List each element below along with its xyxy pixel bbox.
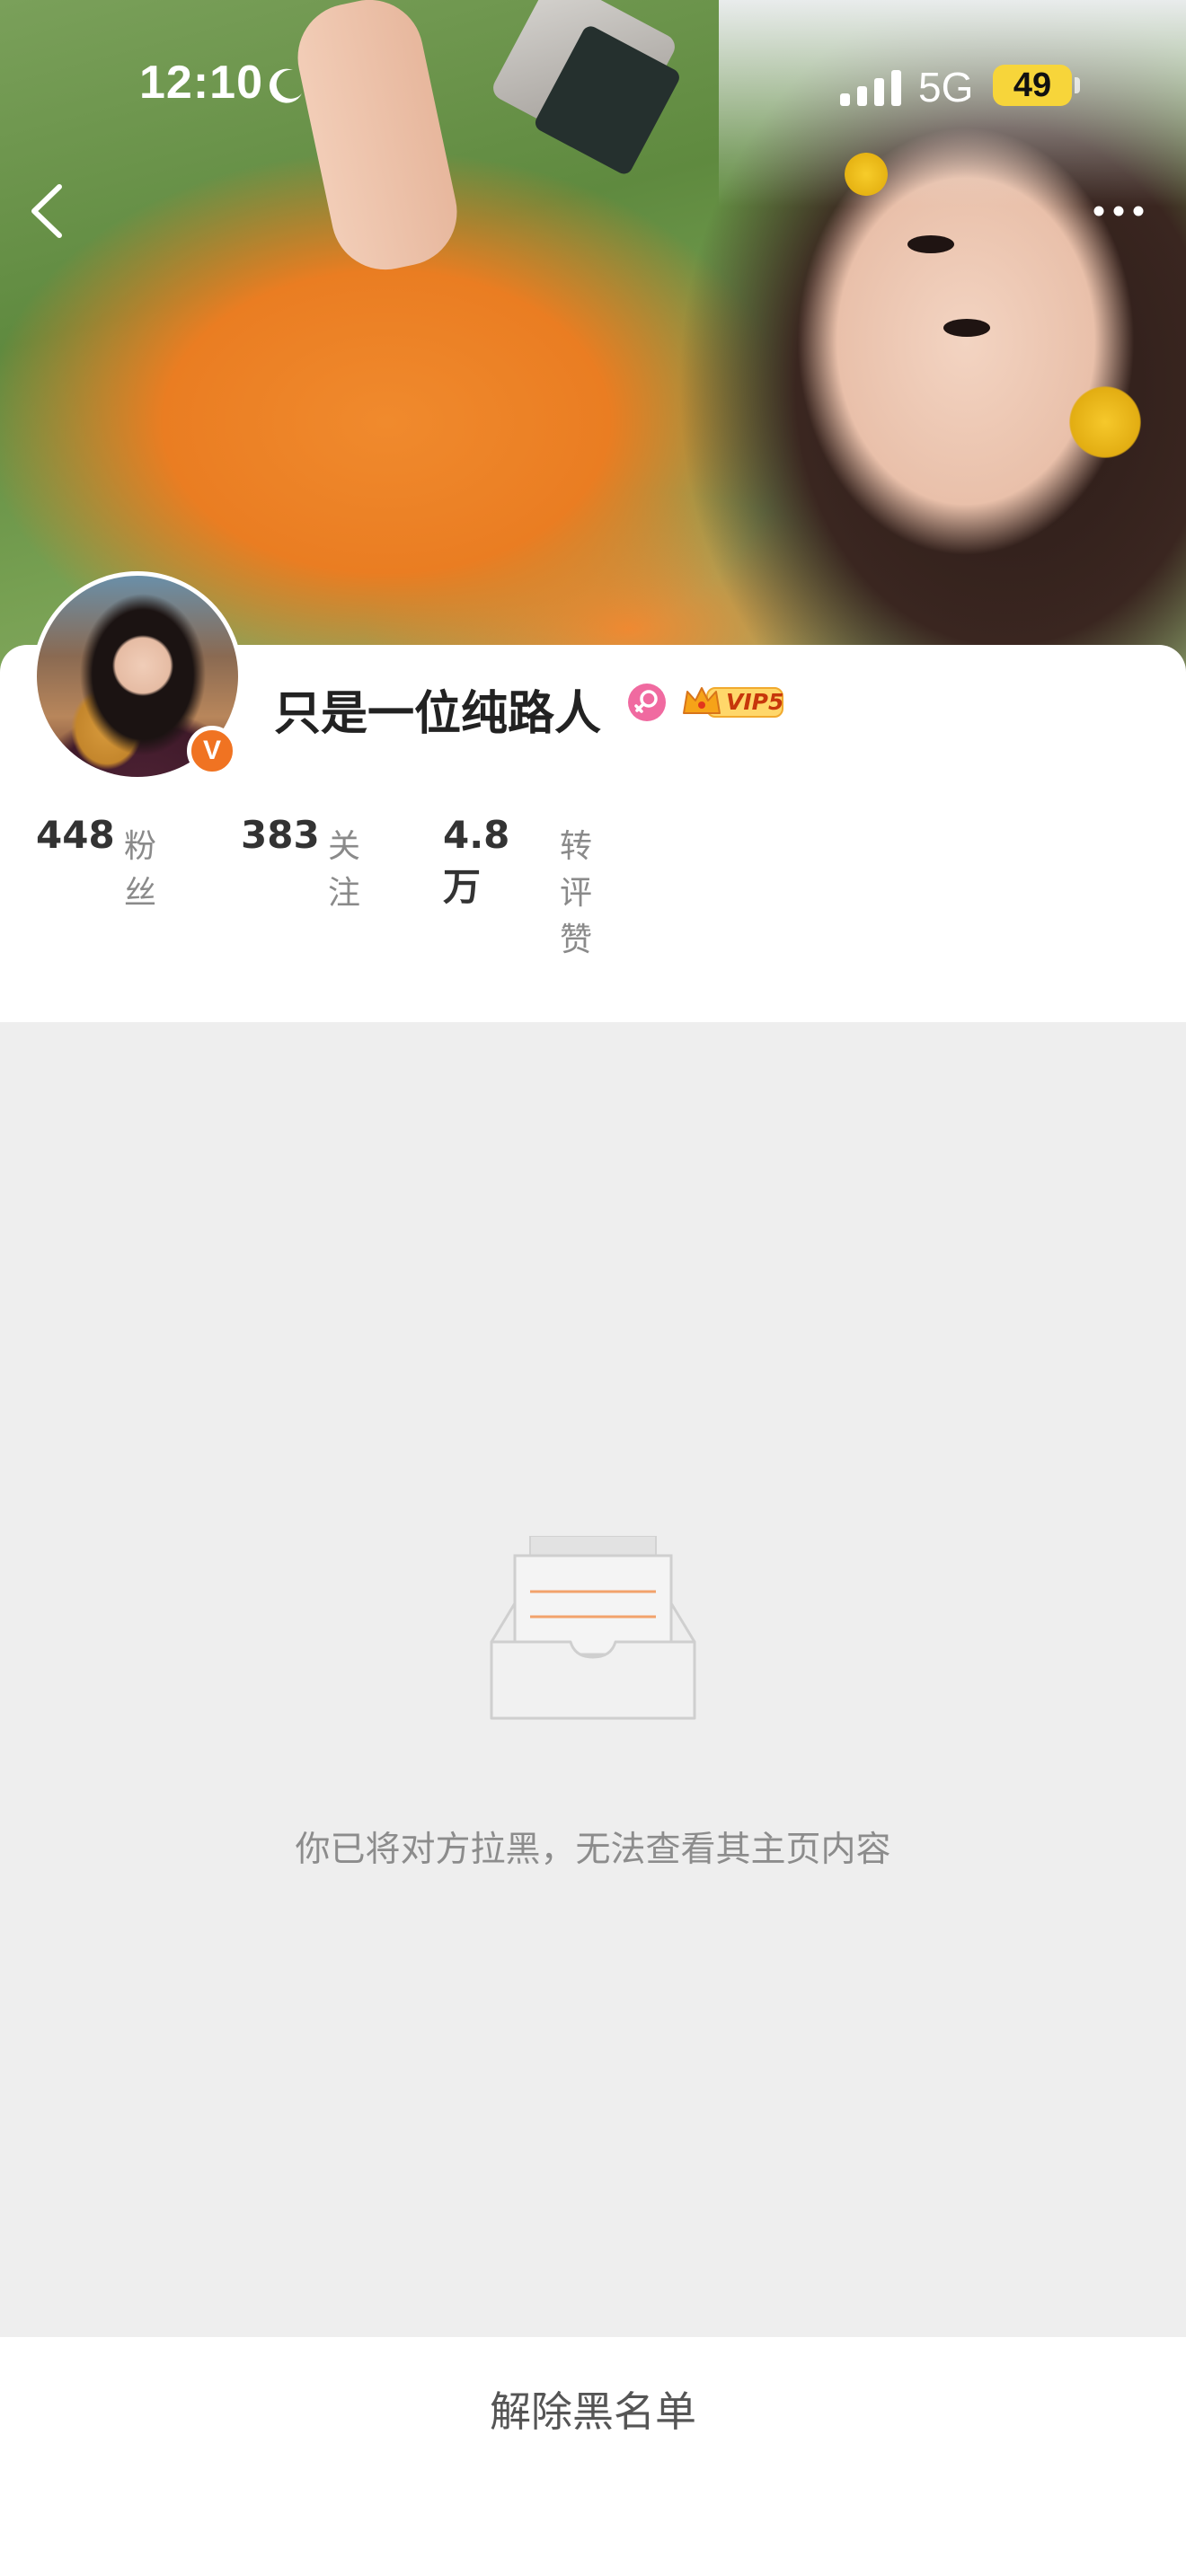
cover-arm — [288, 0, 467, 280]
cover-eye — [907, 235, 954, 253]
following-label[interactable]: 关注 — [328, 820, 360, 913]
following-count[interactable]: 383 — [241, 813, 320, 857]
cover-flower — [1069, 386, 1141, 458]
followers-count[interactable]: 448 — [36, 813, 115, 857]
verified-badge: V — [187, 726, 237, 776]
chevron-left-icon[interactable] — [20, 180, 74, 243]
blocked-message: 你已将对方拉黑，无法查看其主页内容 — [295, 1830, 891, 1870]
engagement-label[interactable]: 转评赞 — [560, 820, 592, 960]
empty-inbox-icon — [490, 1536, 696, 1720]
battery-indicator: 49 — [993, 65, 1072, 106]
more-dots-icon[interactable] — [1083, 189, 1155, 234]
cover-eye — [943, 319, 990, 337]
engagement-count[interactable]: 4.8万 — [443, 813, 509, 912]
female-icon — [628, 684, 666, 721]
profile-username: 只是一位纯路人 — [274, 687, 602, 741]
moon-icon — [269, 68, 302, 103]
followers-label[interactable]: 粉丝 — [124, 820, 156, 913]
status-time: 12:10 — [139, 57, 263, 109]
network-type: 5G — [918, 64, 974, 110]
cover-flower — [845, 153, 888, 196]
signal-icon — [840, 70, 901, 106]
cover-camera — [489, 0, 679, 161]
battery-cap — [1075, 77, 1080, 93]
unblock-button[interactable]: 解除黑名单 — [0, 2362, 1186, 2461]
vip-level-label: VIP5 — [726, 689, 784, 715]
